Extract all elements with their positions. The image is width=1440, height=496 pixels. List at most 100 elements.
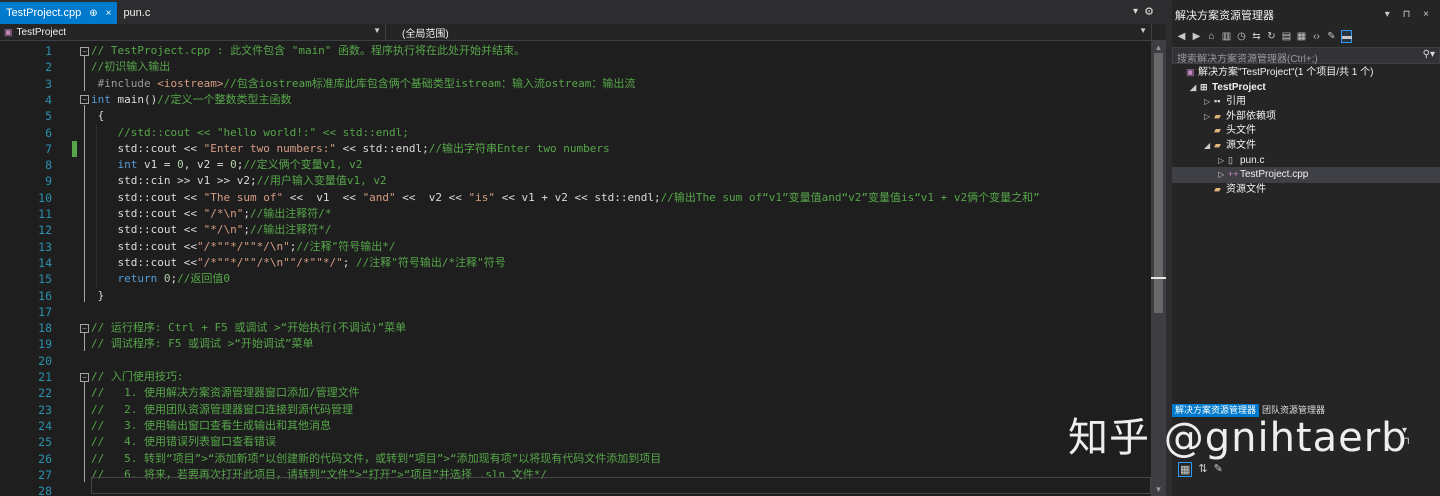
pending-changes-icon[interactable]: ◷ xyxy=(1236,31,1247,42)
code-line[interactable]: std::cout << "The sum of" << v1 << "and"… xyxy=(91,190,1039,206)
document-tab-bar: TestProject.cpp ⊕ × pun.c ▾ ⚙ xyxy=(0,0,1166,24)
solution-explorer-toolbar: ◀ ▶ ⌂ ▥ ◷ ⇆ ↻ ▤ ▦ ‹› ✎ ▬ xyxy=(1172,28,1440,44)
tree-node[interactable]: ▷ ++TestProject.cpp xyxy=(1218,167,1308,182)
code-line[interactable]: std::cin >> v1 >> v2;//用户输入变量值v1, v2 xyxy=(91,173,386,189)
chevron-down-icon: ▼ xyxy=(1139,26,1147,35)
code-line[interactable]: int main()//定义一个整数类型主函数 xyxy=(91,92,291,108)
code-line[interactable]: int v1 = 0, v2 = 0;//定义俩个变量v1, v2 xyxy=(91,157,363,173)
scrollbar-thumb[interactable] xyxy=(1154,53,1163,313)
node-type-icon: ⊞ xyxy=(1200,81,1208,92)
fold-toggle-icon[interactable]: − xyxy=(80,95,89,105)
scroll-down-icon[interactable]: ▼ xyxy=(1151,485,1166,494)
code-line[interactable]: { xyxy=(91,108,105,124)
expander-icon[interactable]: ▷ xyxy=(1204,94,1214,109)
refresh-icon[interactable]: ↻ xyxy=(1266,31,1277,42)
expander-icon[interactable]: ◢ xyxy=(1204,138,1214,153)
tab-testproject-cpp[interactable]: TestProject.cpp ⊕ × xyxy=(0,2,118,24)
node-label: pun.c xyxy=(1240,154,1265,166)
scope-dropdown[interactable]: (全局范围) ▼ xyxy=(386,24,1152,40)
tree-node[interactable]: ◢ ▰ 源文件 xyxy=(1204,138,1256,153)
node-type-icon: ▣ xyxy=(1186,67,1195,77)
line-number: 20 xyxy=(38,353,52,368)
tree-node[interactable]: ◢ ⊞ TestProject xyxy=(1190,80,1266,95)
view-code-icon[interactable]: ‹› xyxy=(1311,31,1322,42)
sync-icon[interactable]: ⇆ xyxy=(1251,31,1262,42)
code-line[interactable]: return 0;//返回值0 xyxy=(91,271,231,287)
code-line[interactable]: std::cout <<"/*""*/""*/\n";//注释"符号输出*/ xyxy=(91,239,395,255)
fold-toggle-icon[interactable]: − xyxy=(80,323,89,333)
alphabetical-icon[interactable]: ⇅ xyxy=(1198,462,1207,477)
line-number: 15 xyxy=(38,272,52,287)
node-type-icon: ▯ xyxy=(1228,154,1233,165)
code-line[interactable]: // TestProject.cpp : 此文件包含 "main" 函数。程序执… xyxy=(91,43,525,59)
solution-explorer-title-bar: 解决方案资源管理器 ▾ ⊓ × xyxy=(1172,0,1440,30)
tree-node[interactable]: ▷ ▰ 外部依赖项 xyxy=(1204,109,1276,124)
code-line[interactable]: std::cout <<"/*""*/""/*\n""/*""*/"; //注释… xyxy=(91,255,505,271)
expander-icon[interactable]: ▷ xyxy=(1218,167,1228,182)
caret-position-marker xyxy=(1151,277,1166,279)
forward-icon[interactable]: ▶ xyxy=(1191,31,1202,42)
properties-pane-controls[interactable]: ▾ ⊓ xyxy=(1402,425,1440,447)
expander-icon[interactable]: ▷ xyxy=(1218,153,1228,168)
property-pages-icon[interactable]: ✎ xyxy=(1214,462,1223,477)
fold-toggle-icon[interactable]: − xyxy=(80,372,89,382)
properties-toolbar: ▦ ⇅ ✎ xyxy=(1178,462,1223,477)
tree-node[interactable]: ▰ 头文件 xyxy=(1204,123,1256,138)
solution-search-input[interactable]: 搜索解决方案资源管理器(Ctrl+;) ⚲▾ xyxy=(1172,47,1440,65)
code-line[interactable]: std::cout << "*/\n";//输出注释符*/ xyxy=(91,222,331,238)
expander-icon[interactable]: ▷ xyxy=(1204,109,1214,124)
zhihu-watermark: 知乎 @gnihtaerb xyxy=(1068,415,1408,461)
code-line[interactable]: #include <iostream>//包含iostream标准库此库包含俩个… xyxy=(91,76,636,92)
close-icon[interactable]: × xyxy=(106,8,112,19)
code-text-area[interactable]: // TestProject.cpp : 此文件包含 "main" 函数。程序执… xyxy=(91,41,1151,496)
code-line[interactable]: // 5. 转到“项目”>“添加新项”以创建新的代码文件，或转到“项目”>“添加… xyxy=(91,451,661,467)
search-icon[interactable]: ⚲▾ xyxy=(1423,49,1435,60)
node-label: 外部依赖项 xyxy=(1226,110,1276,122)
tab-list-dropdown-icon[interactable]: ▾ xyxy=(1133,6,1138,17)
tab-label: TestProject.cpp xyxy=(6,7,82,19)
line-number: 14 xyxy=(38,255,52,270)
collapse-all-icon[interactable]: ▤ xyxy=(1281,31,1292,42)
expander-icon[interactable]: ◢ xyxy=(1190,80,1200,95)
fold-outline xyxy=(84,56,85,91)
code-line[interactable]: // 运行程序: Ctrl + F5 或调试 >“开始执行(不调试)”菜单 xyxy=(91,320,406,336)
home-icon[interactable]: ⌂ xyxy=(1206,31,1217,42)
code-line[interactable]: //初识输入输出 xyxy=(91,59,170,75)
tree-node[interactable]: ▣ 解决方案"TestProject"(1 个项目/共 1 个) xyxy=(1176,65,1373,80)
code-line[interactable]: // 4. 使用错误列表窗口查看错误 xyxy=(91,434,276,450)
categorized-icon[interactable]: ▦ xyxy=(1178,462,1193,477)
code-line[interactable]: std::cout << "/*\n";//输出注释符/* xyxy=(91,206,331,222)
line-number: 9 xyxy=(45,174,52,189)
gear-icon[interactable]: ⚙ xyxy=(1144,5,1154,18)
node-type-icon: ▪▪ xyxy=(1214,96,1221,107)
code-line[interactable]: // 2. 使用团队资源管理器窗口连接到源代码管理 xyxy=(91,402,353,418)
code-line[interactable]: // 调试程序: F5 或调试 >“开始调试”菜单 xyxy=(91,336,313,352)
project-dropdown[interactable]: ▣ TestProject ▼ xyxy=(0,24,386,40)
code-line[interactable]: std::cout << "Enter two numbers:" << std… xyxy=(91,141,609,157)
tree-node[interactable]: ▷ ▯ pun.c xyxy=(1218,153,1264,168)
node-label: 解决方案"TestProject"(1 个项目/共 1 个) xyxy=(1198,67,1374,78)
code-line[interactable]: // 3. 使用输出窗口查看生成输出和其他消息 xyxy=(91,418,331,434)
back-icon[interactable]: ◀ xyxy=(1176,31,1187,42)
code-line[interactable]: //std::cout << "hello world!:" << std::e… xyxy=(91,125,409,141)
code-line[interactable]: } xyxy=(91,288,105,304)
line-number: 11 xyxy=(38,207,52,221)
show-all-files-icon[interactable]: ▦ xyxy=(1296,31,1307,42)
node-label: 资源文件 xyxy=(1226,183,1266,195)
tree-node[interactable]: ▷ ▪▪ 引用 xyxy=(1204,94,1246,109)
line-number: 4 xyxy=(45,92,52,107)
code-line[interactable]: // 入门使用技巧: xyxy=(91,369,184,385)
panel-window-controls[interactable]: ▾ ⊓ × xyxy=(1385,9,1434,20)
tree-node[interactable]: ▰ 资源文件 xyxy=(1204,182,1266,197)
tab-pun-c[interactable]: pun.c xyxy=(117,2,156,24)
wrench-icon[interactable]: ✎ xyxy=(1326,31,1337,42)
code-line[interactable]: // 1. 使用解决方案资源管理器窗口添加/管理文件 xyxy=(91,385,360,401)
switch-views-icon[interactable]: ▥ xyxy=(1221,31,1232,42)
indent-guide xyxy=(96,124,97,288)
scroll-up-icon[interactable]: ▲ xyxy=(1151,43,1166,52)
preview-icon[interactable]: ▬ xyxy=(1341,29,1352,43)
fold-toggle-icon[interactable]: − xyxy=(80,46,89,56)
pin-icon[interactable]: ⊕ xyxy=(89,8,97,19)
line-number: 26 xyxy=(38,451,52,466)
fold-outline xyxy=(84,104,85,303)
